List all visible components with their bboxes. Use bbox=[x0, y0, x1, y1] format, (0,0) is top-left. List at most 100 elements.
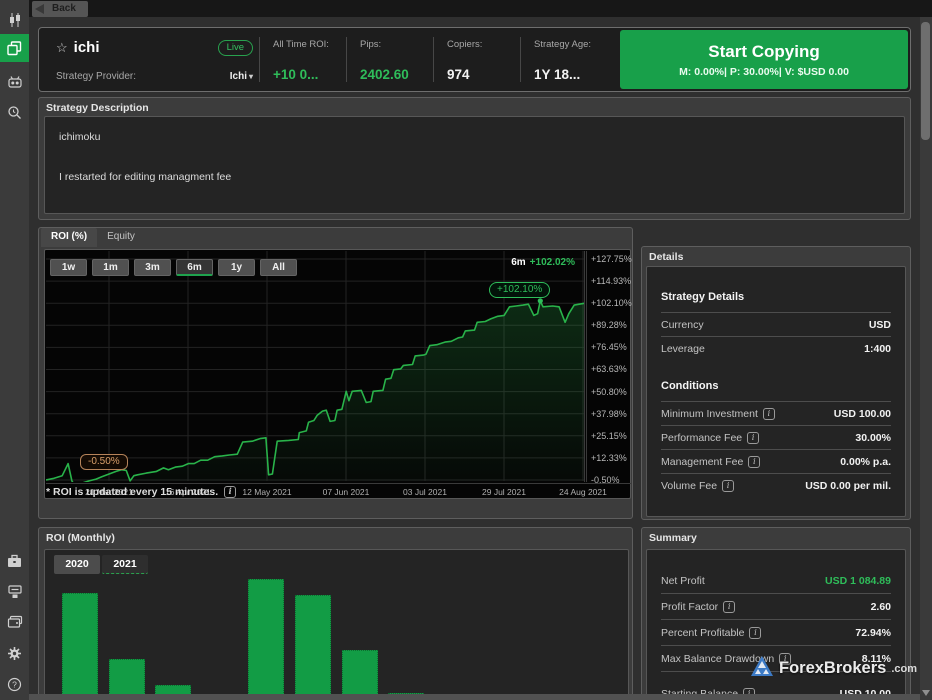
scrollbar-down-arrow-icon[interactable] bbox=[922, 690, 930, 696]
range-button-1m[interactable]: 1m bbox=[92, 259, 129, 276]
year-tab-2020[interactable]: 2020 bbox=[54, 555, 100, 574]
sidebar-item-trading[interactable] bbox=[0, 6, 29, 34]
details-row-label: Performance Feei bbox=[661, 432, 759, 444]
briefcase-icon bbox=[7, 554, 22, 568]
copy-icon bbox=[7, 41, 22, 56]
bottom-scroll-band bbox=[29, 694, 920, 700]
fees-summary-label: M: 0.00%| P: 30.00%| V: $USD 0.00 bbox=[679, 66, 849, 78]
info-icon[interactable]: i bbox=[723, 601, 735, 613]
range-button-All[interactable]: All bbox=[260, 259, 297, 276]
y-axis-label: +50.80% bbox=[591, 387, 627, 397]
left-sidebar: ? bbox=[0, 0, 29, 700]
start-copying-button[interactable]: Start Copying M: 0.00%| P: 30.00%| V: $U… bbox=[620, 30, 908, 89]
provider-dropdown[interactable]: Ichi▾ bbox=[230, 71, 253, 82]
back-button[interactable]: Back bbox=[32, 1, 88, 17]
sidebar-item-copy-strategies[interactable] bbox=[0, 34, 29, 62]
start-copying-label: Start Copying bbox=[708, 42, 819, 62]
top-bar bbox=[29, 0, 932, 17]
summary-row-value: 72.94% bbox=[855, 627, 891, 639]
details-row: Minimum Investmenti USD 100.00 bbox=[661, 401, 891, 425]
details-row-label: Leverage bbox=[661, 343, 705, 355]
back-label: Back bbox=[52, 3, 76, 14]
x-axis-label: 07 Jun 2021 bbox=[311, 487, 381, 497]
roi-monthly-card: ROI (Monthly) 2020 2021 bbox=[38, 527, 633, 700]
info-icon[interactable]: i bbox=[224, 486, 236, 498]
roi-chart-card: ROI (%) Equity 1w1m3m6m1yAll 6m+102.02% … bbox=[38, 227, 633, 519]
details-row: CurrencyUSD bbox=[661, 312, 891, 336]
summary-row: Profit Factori 2.60 bbox=[661, 594, 891, 620]
details-row-value: 1:400 bbox=[864, 343, 891, 355]
info-icon[interactable]: i bbox=[722, 480, 734, 492]
year-tab-2021[interactable]: 2021 bbox=[102, 555, 148, 574]
details-body: Strategy Details CurrencyUSD Leverage 1:400… bbox=[646, 266, 906, 517]
details-row-label: Volume Feei bbox=[661, 480, 734, 492]
y-axis-label: +76.45% bbox=[591, 342, 627, 352]
info-icon[interactable]: i bbox=[749, 627, 761, 639]
sidebar-item-deposit[interactable] bbox=[0, 578, 29, 606]
y-axis-label: +25.15% bbox=[591, 431, 627, 441]
strategy-description-card: Strategy Description ichimoku I restarte… bbox=[38, 97, 911, 220]
strategy-title: ichi bbox=[74, 39, 100, 56]
range-button-3m[interactable]: 3m bbox=[134, 259, 171, 276]
live-status-badge: Live bbox=[218, 40, 253, 56]
watermark-brand: ForexBrokers bbox=[779, 659, 886, 678]
y-axis-label: +102.10% bbox=[591, 298, 632, 308]
page-scrollbar[interactable] bbox=[920, 17, 932, 700]
summary-row-label: Profit Factori bbox=[661, 601, 735, 613]
stat-value: 974 bbox=[447, 67, 510, 82]
robot-icon bbox=[7, 75, 23, 89]
details-row-label: Minimum Investmenti bbox=[661, 408, 775, 420]
chart-tabs: ROI (%) Equity bbox=[41, 228, 145, 247]
help-icon: ? bbox=[7, 677, 22, 692]
description-body: ichimoku I restarted for editing managme… bbox=[44, 116, 905, 214]
description-title: Strategy Description bbox=[46, 102, 149, 114]
tab-roi-percent[interactable]: ROI (%) bbox=[41, 228, 97, 247]
tab-equity[interactable]: Equity bbox=[97, 228, 145, 247]
summary-row: Net Profit USD 1 084.89 bbox=[661, 568, 891, 594]
summary-row: Percent Profitablei72.94% bbox=[661, 620, 891, 646]
range-button-1w[interactable]: 1w bbox=[50, 259, 87, 276]
monthly-bar bbox=[295, 595, 331, 700]
monthly-title: ROI (Monthly) bbox=[46, 532, 115, 544]
roi-line-plot: 1w1m3m6m1yAll 6m+102.02% +102.10% -0.50% bbox=[46, 251, 585, 482]
candlestick-chart-icon bbox=[7, 12, 23, 28]
scrollbar-thumb[interactable] bbox=[921, 22, 930, 140]
details-card: Details Strategy Details CurrencyUSD Lever… bbox=[641, 246, 911, 520]
range-button-1y[interactable]: 1y bbox=[218, 259, 255, 276]
info-icon[interactable]: i bbox=[747, 432, 759, 444]
y-axis-label: +127.75% bbox=[591, 254, 632, 264]
summary-row-label: Net Profit bbox=[661, 575, 705, 587]
strategy-identity: ☆ ichi Live Strategy Provider: Ichi▾ bbox=[39, 28, 259, 91]
details-row: Management Feei0.00% p.a. bbox=[661, 449, 891, 473]
stat-block: Strategy Age:1Y 18... bbox=[521, 28, 607, 91]
details-title: Details bbox=[649, 251, 683, 263]
y-axis-label: +37.98% bbox=[591, 409, 627, 419]
monthly-bar bbox=[342, 650, 378, 700]
stat-block: Pips:2402.60 bbox=[347, 28, 433, 91]
watermark-logo-icon bbox=[750, 655, 774, 682]
summary-row-value: 2.60 bbox=[871, 601, 891, 613]
info-icon[interactable]: i bbox=[748, 456, 760, 468]
summary-row-value: USD 1 084.89 bbox=[825, 575, 891, 587]
details-row-value: 30.00% bbox=[855, 432, 891, 444]
strategy-header-card: ☆ ichi Live Strategy Provider: Ichi▾ All… bbox=[38, 27, 911, 92]
sidebar-item-search-history[interactable] bbox=[0, 98, 29, 126]
details-row: Performance Feei 30.00% bbox=[661, 425, 891, 449]
y-axis-label: +63.63% bbox=[591, 364, 627, 374]
svg-text:?: ? bbox=[12, 679, 17, 689]
info-icon[interactable]: i bbox=[763, 408, 775, 420]
sidebar-item-wallet[interactable] bbox=[0, 608, 29, 636]
favorite-star-icon[interactable]: ☆ bbox=[56, 40, 68, 56]
stat-value: 1Y 18... bbox=[534, 67, 597, 82]
details-row-value: USD 100.00 bbox=[834, 408, 891, 420]
details-row-value: USD bbox=[869, 319, 891, 331]
monthly-chart-area: 2020 2021 bbox=[44, 549, 629, 700]
y-axis-label: +89.28% bbox=[591, 320, 627, 330]
sidebar-item-robots[interactable] bbox=[0, 68, 29, 96]
sidebar-item-settings[interactable] bbox=[0, 639, 29, 667]
details-section-heading: Strategy Details bbox=[661, 291, 891, 303]
sidebar-item-help[interactable]: ? bbox=[0, 670, 29, 698]
range-button-6m[interactable]: 6m bbox=[176, 259, 213, 276]
sidebar-item-portfolio[interactable] bbox=[0, 547, 29, 575]
legend-period: 6m bbox=[511, 257, 525, 268]
